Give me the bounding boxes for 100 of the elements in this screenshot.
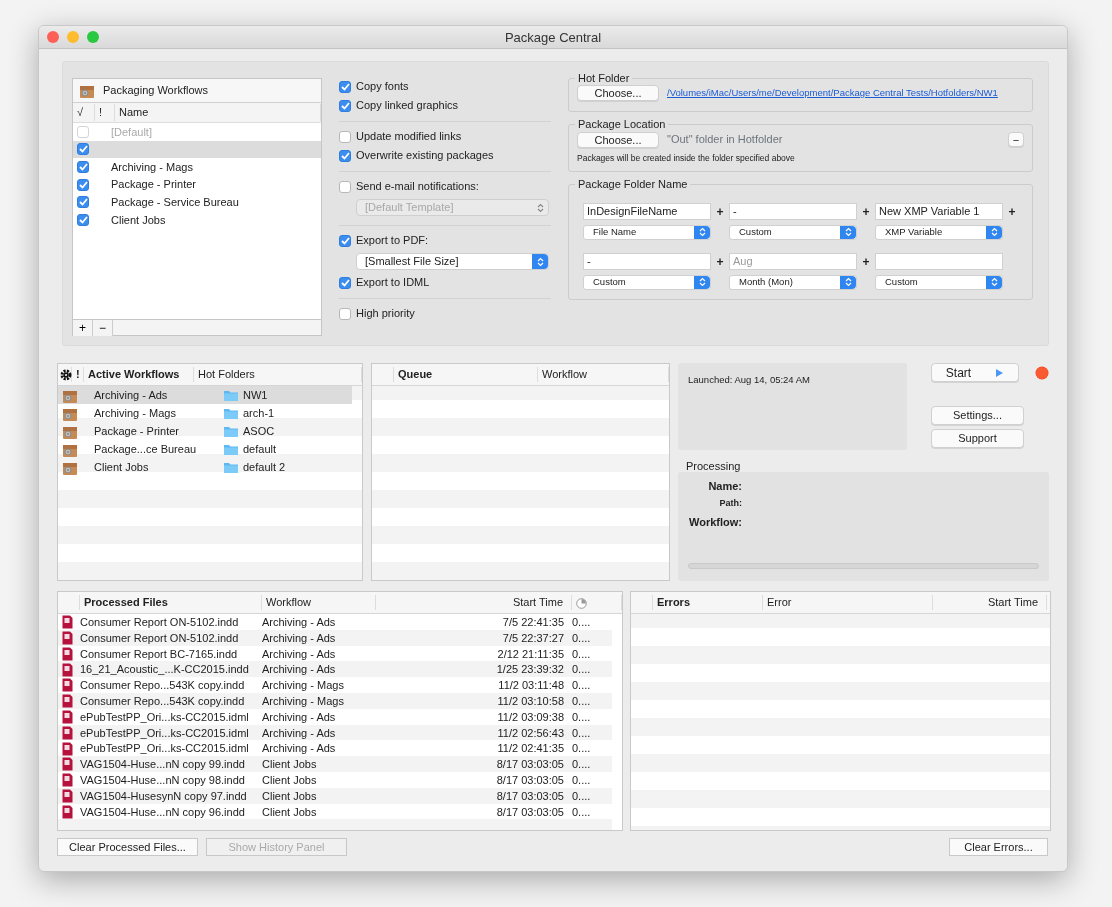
start-time: 11/2 03:10:58 bbox=[496, 694, 565, 709]
checkbox[interactable] bbox=[77, 143, 89, 156]
file-name: VAG1504-Huse...nN copy 98.indd bbox=[80, 772, 246, 788]
stepper-icon bbox=[840, 225, 856, 239]
table-row[interactable]: VAG1504-Huse...nN copy 99.indd Client Jobs 8/17 03:03:05 0.... bbox=[58, 756, 612, 772]
start-time: 11/2 02:56:43 bbox=[496, 725, 565, 741]
dropdown[interactable]: Custom bbox=[875, 274, 1003, 290]
table-row[interactable]: ePubTestPP_Ori...ks-CC2015.idml Archiving - Ads 11/2 03:09:38 0.... bbox=[58, 708, 612, 725]
workflow-name: Client Jobs bbox=[262, 788, 318, 804]
table-row[interactable]: Consumer Report ON-5102.indd Archiving - Ads 7/5 22:37:27 0.... bbox=[58, 629, 612, 646]
column-header[interactable]: Name bbox=[115, 104, 321, 121]
table-row[interactable]: 16_21_Acoustic_...K-CC2015.indd Archiving - Ads 1/25 23:39:32 0.... bbox=[58, 661, 612, 678]
start-time: 7/5 22:41:35 bbox=[501, 615, 565, 630]
checkbox[interactable] bbox=[77, 161, 89, 173]
table-row[interactable]: Package...ce Bureau default bbox=[58, 440, 352, 458]
dropdown[interactable]: Custom bbox=[583, 274, 711, 290]
workflow-name: Package...ce Bureau bbox=[94, 441, 198, 457]
workflow-name: Client Jobs bbox=[94, 459, 150, 475]
folder-name: NW1 bbox=[243, 387, 268, 403]
checkbox[interactable] bbox=[77, 196, 89, 209]
table-cell-text: 0.... bbox=[572, 788, 592, 804]
list-row[interactable] bbox=[73, 140, 321, 159]
checkbox[interactable] bbox=[339, 234, 351, 247]
workflow-name: [Default] bbox=[111, 124, 153, 140]
settings-button[interactable]: Settings... bbox=[931, 406, 1024, 425]
column-header[interactable]: Hot Folders bbox=[194, 367, 362, 382]
text-field[interactable]: InDesignFileName bbox=[583, 202, 711, 220]
checkbox-label: High priority bbox=[356, 306, 415, 322]
column-header[interactable]: Errors bbox=[653, 595, 763, 610]
column-header[interactable]: Processed Files bbox=[80, 595, 262, 610]
document-icon bbox=[62, 773, 73, 788]
support-button[interactable]: Support bbox=[931, 429, 1024, 448]
dropdown[interactable]: Custom bbox=[729, 224, 857, 240]
list-row[interactable]: Archiving - Mags bbox=[73, 158, 321, 176]
table-row[interactable]: Archiving - Mags arch-1 bbox=[58, 404, 352, 422]
dropdown[interactable]: Month (Mon) bbox=[729, 274, 857, 290]
column-header[interactable]: ! bbox=[72, 367, 84, 382]
list-row[interactable]: Client Jobs bbox=[73, 210, 321, 229]
text-field[interactable]: Aug bbox=[729, 252, 857, 270]
list-row[interactable]: Package - Printer bbox=[73, 175, 321, 194]
checkbox[interactable] bbox=[339, 180, 351, 193]
add-button[interactable]: + bbox=[73, 320, 93, 336]
table-row[interactable]: VAG1504-HusesynN copy 97.indd Client Jobs 8/17 03:03:05 0.... bbox=[58, 787, 612, 804]
checkbox[interactable] bbox=[339, 307, 351, 320]
list-row[interactable]: Package - Service Bureau bbox=[73, 193, 321, 211]
table-row[interactable]: ePubTestPP_Ori...ks-CC2015.idml Archiving - Ads 11/2 02:41:35 0.... bbox=[58, 740, 612, 757]
start-time: 7/5 22:37:27 bbox=[501, 630, 565, 646]
dropdown[interactable]: [Smallest File Size] bbox=[356, 253, 549, 270]
table-cell-text: 0.... bbox=[572, 615, 592, 630]
start-button[interactable]: Start bbox=[931, 363, 1019, 382]
remove-button[interactable]: − bbox=[1008, 132, 1024, 148]
table-row[interactable]: Consumer Repo...543K copy.indd Archiving - Mags 11/2 03:10:58 0.... bbox=[58, 693, 612, 709]
settings-icon[interactable] bbox=[60, 369, 72, 382]
close-button[interactable] bbox=[47, 31, 59, 43]
table-row[interactable]: Consumer Report BC-7165.indd Archiving - Ads 2/12 21:11:35 0.... bbox=[58, 645, 612, 662]
clock-icon[interactable] bbox=[576, 597, 587, 609]
start-time: 11/2 02:41:35 bbox=[496, 741, 565, 757]
table-row[interactable]: Archiving - Ads NW1 bbox=[58, 386, 352, 404]
start-time: 8/17 03:03:05 bbox=[495, 804, 565, 820]
checkbox[interactable] bbox=[77, 178, 89, 191]
start-time: 8/17 03:03:05 bbox=[495, 757, 565, 773]
checkbox[interactable] bbox=[339, 149, 351, 162]
dropdown[interactable]: XMP Variable bbox=[875, 224, 1003, 240]
column-header[interactable]: Active Workflows bbox=[84, 367, 194, 382]
text-field[interactable]: - bbox=[583, 252, 711, 270]
column-header[interactable]: Queue bbox=[394, 367, 538, 382]
table-row[interactable]: Client Jobs default 2 bbox=[58, 458, 352, 476]
clear-files-button[interactable]: Clear Processed Files... bbox=[57, 838, 198, 856]
table-row[interactable]: ePubTestPP_Ori...ks-CC2015.idml Archiving - Ads 11/2 02:56:43 0.... bbox=[58, 724, 612, 741]
dropdown[interactable]: File Name bbox=[583, 224, 711, 240]
table-row[interactable]: Consumer Repo...543K copy.indd Archiving - Mags 11/2 03:11:48 0.... bbox=[58, 677, 612, 693]
text-field[interactable]: - bbox=[729, 202, 857, 220]
column-header[interactable]: ! bbox=[95, 104, 115, 121]
table-row[interactable]: VAG1504-Huse...nN copy 96.indd Client Jobs 8/17 03:03:05 0.... bbox=[58, 803, 612, 820]
column-header[interactable]: Workflow bbox=[538, 367, 669, 382]
column-header[interactable]: Start Time bbox=[376, 595, 572, 610]
text-field[interactable]: New XMP Variable 1 bbox=[875, 202, 1003, 220]
file-name: VAG1504-Huse...nN copy 96.indd bbox=[80, 804, 246, 820]
column-header[interactable]: Workflow bbox=[262, 595, 376, 610]
table-row[interactable]: Package - Printer ASOC bbox=[58, 422, 352, 440]
status-light-icon bbox=[1035, 365, 1049, 380]
folder-path-link[interactable]: /Volumes/iMac/Users/me/Development/Package Central Tests/Hotfolders/NW1 bbox=[667, 86, 998, 101]
checkbox[interactable] bbox=[339, 99, 351, 112]
choose-button[interactable]: Choose... bbox=[577, 85, 659, 102]
stepper-icon bbox=[694, 225, 710, 239]
table-row[interactable]: Consumer Report ON-5102.indd Archiving - Ads 7/5 22:41:35 0.... bbox=[58, 614, 612, 630]
document-icon bbox=[62, 804, 73, 819]
stepper-icon bbox=[840, 275, 856, 289]
column-header[interactable]: Start Time bbox=[933, 595, 1047, 610]
choose-button[interactable]: Choose... bbox=[577, 131, 659, 148]
column-header[interactable]: √ bbox=[73, 104, 95, 121]
checkbox[interactable] bbox=[77, 213, 89, 226]
text-field[interactable] bbox=[875, 252, 1003, 270]
column-header[interactable]: Error bbox=[763, 595, 933, 610]
clear-errors-button[interactable]: Clear Errors... bbox=[949, 838, 1048, 856]
checkbox[interactable] bbox=[339, 80, 351, 93]
checkbox[interactable] bbox=[339, 130, 351, 143]
checkbox[interactable] bbox=[339, 276, 351, 289]
remove-button[interactable]: − bbox=[93, 320, 113, 336]
table-row[interactable]: VAG1504-Huse...nN copy 98.indd Client Jobs 8/17 03:03:05 0.... bbox=[58, 771, 612, 788]
